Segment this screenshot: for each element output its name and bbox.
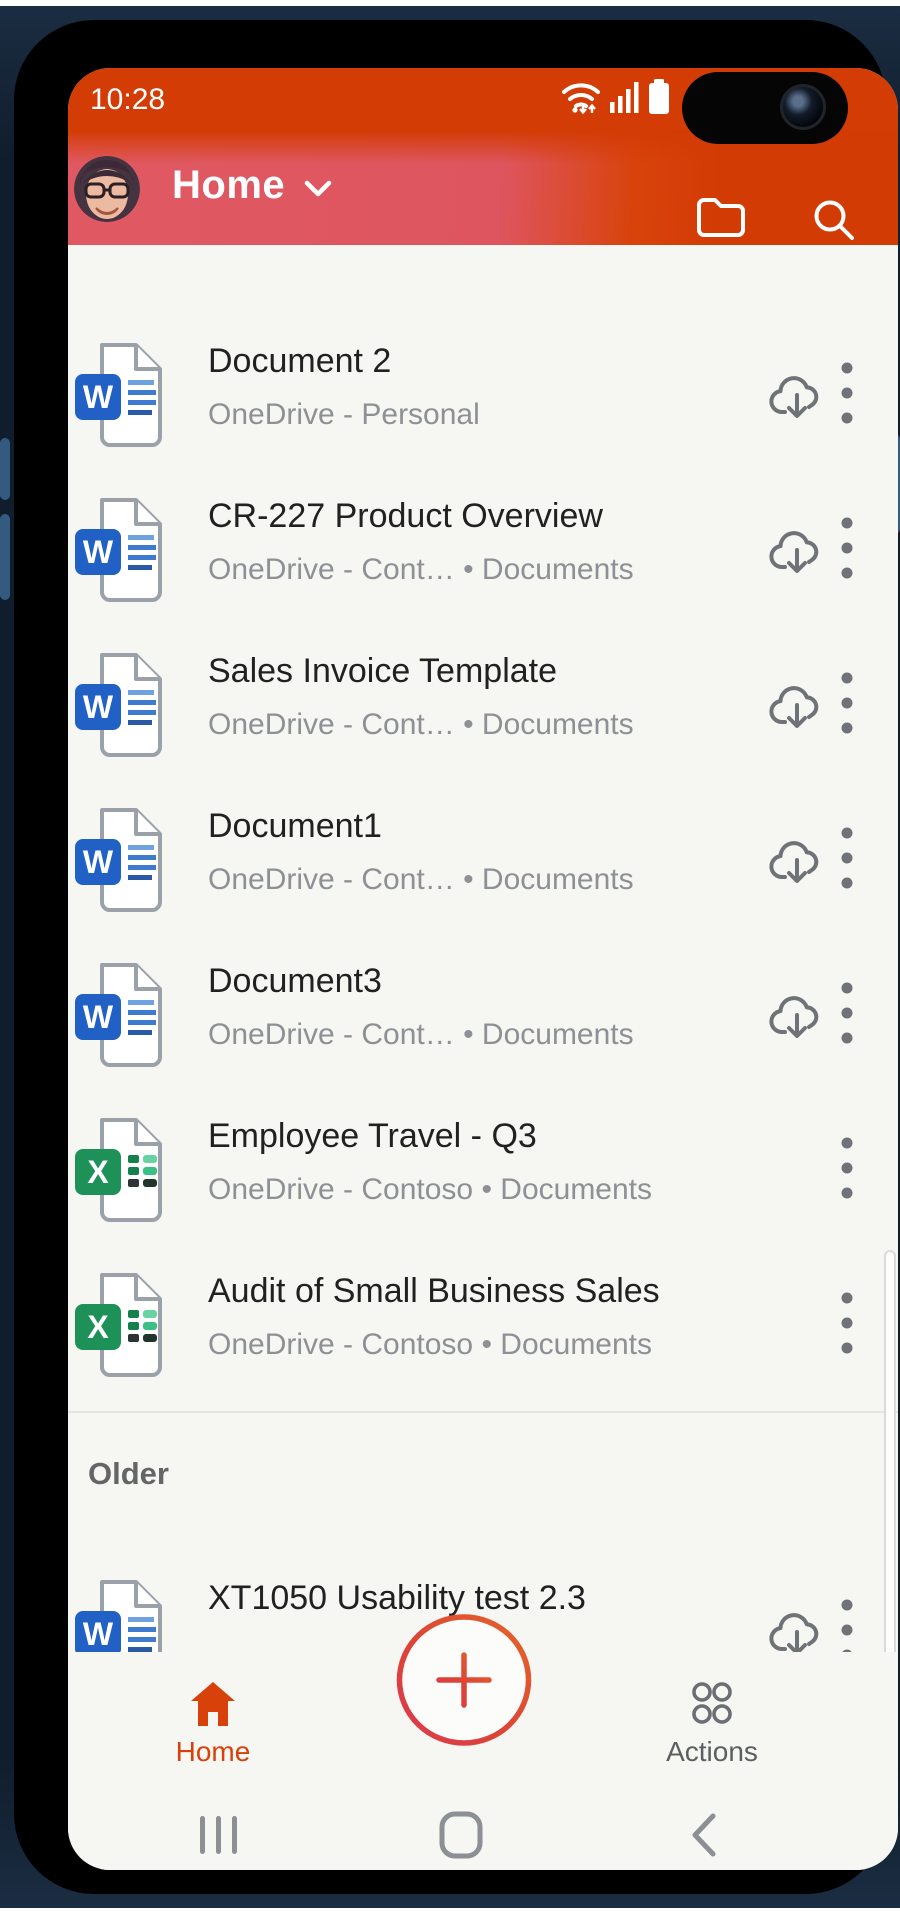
phone-bezel: 10:28 bbox=[14, 20, 886, 1894]
overflow-menu-icon bbox=[840, 670, 854, 740]
more-options-button[interactable] bbox=[840, 515, 854, 588]
document-row[interactable]: Document1 OneDrive - Cont… • Documents bbox=[68, 783, 898, 937]
document-location: OneDrive - Contoso • Documents bbox=[208, 1173, 652, 1207]
document-location: OneDrive - Cont… • Documents bbox=[208, 863, 634, 897]
document-title: Employee Travel - Q3 bbox=[208, 1117, 537, 1156]
download-button[interactable] bbox=[768, 991, 826, 1044]
home-icon bbox=[188, 1680, 238, 1728]
cloud-download-icon bbox=[768, 991, 826, 1041]
download-button[interactable] bbox=[768, 526, 826, 579]
overflow-menu-icon bbox=[840, 360, 854, 430]
home-menu[interactable]: Home bbox=[172, 163, 332, 208]
older-section-label: Older bbox=[88, 1456, 169, 1492]
cloud-download-icon bbox=[768, 526, 826, 576]
more-options-button[interactable] bbox=[840, 1290, 854, 1363]
cloud-download-icon bbox=[768, 1608, 826, 1658]
new-document-button[interactable] bbox=[396, 1614, 532, 1747]
document-location: OneDrive - Cont… • Documents bbox=[208, 1018, 634, 1052]
document-location: OneDrive - Personal bbox=[208, 398, 480, 432]
chevron-down-icon bbox=[304, 180, 332, 198]
avatar[interactable] bbox=[74, 156, 140, 222]
home-nav-icon bbox=[439, 1811, 483, 1859]
overflow-menu-icon bbox=[840, 1135, 854, 1205]
download-button[interactable] bbox=[768, 836, 826, 889]
overflow-menu-icon bbox=[840, 1290, 854, 1360]
signal-icon bbox=[610, 80, 640, 119]
more-options-button[interactable] bbox=[840, 1135, 854, 1208]
more-options-button[interactable] bbox=[840, 980, 854, 1053]
document-location: OneDrive - Cont… • Documents bbox=[208, 553, 634, 587]
back-button[interactable] bbox=[644, 1800, 764, 1870]
cloud-download-icon bbox=[768, 681, 826, 731]
tab-label: Home bbox=[103, 1736, 323, 1768]
download-button[interactable] bbox=[768, 371, 826, 424]
camera-cutout bbox=[682, 72, 848, 144]
document-location: OneDrive - Contoso • Documents bbox=[208, 1328, 652, 1362]
overflow-menu-icon bbox=[840, 825, 854, 895]
more-options-button[interactable] bbox=[840, 670, 854, 743]
section-divider bbox=[68, 1411, 898, 1413]
document-location: OneDrive - Cont… • Documents bbox=[208, 708, 634, 742]
wifi-icon bbox=[560, 79, 602, 120]
plus-icon bbox=[396, 1614, 532, 1747]
tab-home[interactable]: Home bbox=[103, 1652, 323, 1782]
recents-icon bbox=[199, 1814, 239, 1856]
overflow-menu-icon bbox=[840, 515, 854, 585]
page-title: Home bbox=[172, 163, 285, 208]
phone-frame: 10:28 bbox=[0, 6, 900, 1908]
back-icon bbox=[691, 1813, 717, 1857]
actions-icon bbox=[688, 1680, 736, 1728]
cloud-download-icon bbox=[768, 371, 826, 421]
word-file-icon bbox=[74, 807, 168, 913]
document-row[interactable]: Audit of Small Business Sales OneDrive -… bbox=[68, 1248, 898, 1402]
volume-up-button[interactable] bbox=[0, 438, 10, 500]
document-title: Document3 bbox=[208, 962, 382, 1001]
download-button[interactable] bbox=[768, 681, 826, 734]
cloud-download-icon bbox=[768, 836, 826, 886]
tab-actions[interactable]: Actions bbox=[602, 1652, 822, 1782]
document-title: Document 2 bbox=[208, 342, 391, 381]
screen: 10:28 bbox=[68, 68, 898, 1870]
excel-file-icon bbox=[74, 1272, 168, 1378]
word-file-icon bbox=[74, 497, 168, 603]
list-scrollbar[interactable] bbox=[884, 1250, 896, 1670]
document-row[interactable]: Sales Invoice Template OneDrive - Cont… … bbox=[68, 628, 898, 782]
document-row[interactable]: Document3 OneDrive - Cont… • Documents bbox=[68, 938, 898, 1092]
battery-icon bbox=[648, 79, 670, 120]
excel-file-icon bbox=[74, 1117, 168, 1223]
recents-button[interactable] bbox=[159, 1800, 279, 1870]
folder-icon bbox=[696, 196, 746, 238]
more-options-button[interactable] bbox=[840, 825, 854, 898]
volume-down-button[interactable] bbox=[0, 514, 10, 600]
word-file-icon bbox=[74, 342, 168, 448]
document-row[interactable]: Document 2 OneDrive - Personal bbox=[68, 318, 898, 472]
word-file-icon bbox=[74, 652, 168, 758]
overflow-menu-icon bbox=[840, 980, 854, 1050]
search-button[interactable] bbox=[812, 198, 856, 245]
document-title: Sales Invoice Template bbox=[208, 652, 557, 691]
document-title: Document1 bbox=[208, 807, 382, 846]
document-title: XT1050 Usability test 2.3 bbox=[208, 1579, 586, 1618]
document-title: CR-227 Product Overview bbox=[208, 497, 603, 536]
search-icon bbox=[812, 198, 856, 242]
document-row[interactable]: Employee Travel - Q3 OneDrive - Contoso … bbox=[68, 1093, 898, 1247]
document-title: Audit of Small Business Sales bbox=[208, 1272, 660, 1311]
camera-lens bbox=[780, 84, 826, 130]
more-options-button[interactable] bbox=[840, 360, 854, 433]
word-file-icon bbox=[74, 962, 168, 1068]
status-time: 10:28 bbox=[90, 68, 165, 132]
status-icons bbox=[560, 68, 670, 130]
home-nav-button[interactable] bbox=[401, 1800, 521, 1870]
document-row[interactable]: CR-227 Product Overview OneDrive - Cont…… bbox=[68, 473, 898, 627]
tab-label: Actions bbox=[602, 1736, 822, 1768]
open-folder-button[interactable] bbox=[696, 196, 746, 241]
